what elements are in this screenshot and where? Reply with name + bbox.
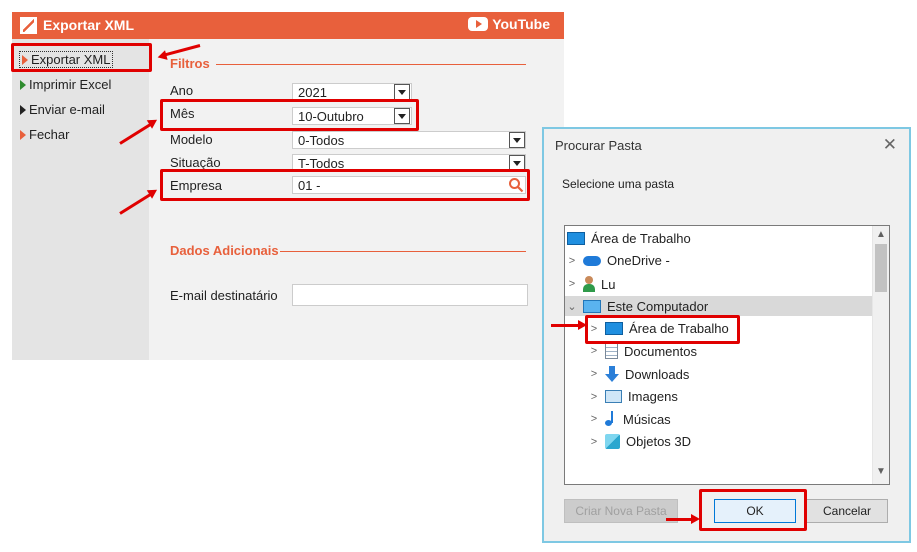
modelo-label: Modelo [170, 132, 213, 147]
tree-item-label: Documentos [624, 343, 697, 359]
desktop-icon [567, 232, 585, 245]
app-logo-icon [20, 17, 37, 34]
highlight-box-exportar [11, 43, 152, 72]
chevron-right-icon[interactable]: > [567, 278, 577, 290]
tree-item-label: Downloads [625, 366, 690, 382]
highlight-box-area-de-trabalho [585, 315, 740, 344]
youtube-link[interactable]: YouTube [468, 16, 550, 32]
chevron-right-icon[interactable]: > [589, 413, 599, 425]
tree-item-label: Lu [601, 276, 616, 292]
dados-adicionais-divider [280, 251, 526, 252]
sidebar: Exportar XML Imprimir Excel Enviar e-mai… [12, 39, 149, 360]
cancel-button[interactable]: Cancelar [806, 499, 888, 523]
sidebar-item-enviar-email[interactable]: Enviar e-mail [20, 102, 105, 117]
documents-icon [605, 343, 618, 359]
tree-item-imagens[interactable]: > Imagens [589, 389, 678, 404]
chevron-right-icon[interactable]: > [589, 345, 599, 357]
youtube-label: YouTube [492, 16, 550, 32]
sidebar-item-label: Enviar e-mail [29, 102, 105, 117]
folder-tree: Área de Trabalho > OneDrive - > Lu ⌄ Est… [564, 225, 890, 485]
highlight-box-ok [699, 489, 807, 531]
arrow-icon [666, 514, 700, 524]
dark-triangle-icon [20, 104, 26, 115]
user-icon [583, 276, 595, 292]
modelo-value: 0-Todos [298, 133, 345, 148]
3d-objects-icon [605, 434, 620, 449]
close-icon[interactable]: ✕ [883, 135, 897, 155]
filtros-title: Filtros [170, 56, 210, 71]
cloud-icon [583, 255, 601, 266]
highlight-box-empresa [160, 169, 530, 201]
tree-item-lu[interactable]: > Lu [567, 276, 615, 292]
email-input[interactable] [292, 284, 528, 306]
tree-item-label: Objetos 3D [626, 434, 692, 449]
sidebar-item-fechar[interactable]: Fechar [20, 127, 69, 142]
situacao-label: Situação [170, 155, 221, 170]
scroll-down-icon[interactable]: ▼ [876, 466, 886, 477]
ano-label: Ano [170, 83, 194, 98]
title-bar: Exportar XML YouTube [12, 12, 564, 39]
sidebar-item-label: Fechar [29, 127, 70, 142]
highlight-box-mes [160, 99, 419, 131]
chevron-down-icon[interactable]: ⌄ [567, 300, 577, 313]
tree-item-area-de-trabalho-root[interactable]: Área de Trabalho [567, 231, 691, 246]
chevron-right-icon[interactable]: > [567, 255, 577, 267]
tree-item-label: OneDrive - [607, 253, 670, 268]
dados-adicionais-title: Dados Adicionais [170, 243, 279, 258]
email-label: E-mail destinatário [170, 288, 278, 303]
tree-item-label: Músicas [623, 411, 671, 427]
window-title: Exportar XML [43, 17, 135, 33]
sidebar-item-imprimir-excel[interactable]: Imprimir Excel [20, 77, 111, 92]
music-icon [605, 411, 617, 427]
tree-item-downloads[interactable]: > Downloads [589, 366, 689, 382]
modelo-select[interactable]: 0-Todos [292, 131, 526, 149]
chevron-right-icon[interactable]: > [589, 391, 599, 403]
scrollbar-thumb[interactable] [875, 244, 887, 292]
scroll-up-icon[interactable]: ▲ [876, 229, 886, 240]
tree-item-label: Este Computador [607, 298, 709, 314]
downloads-icon [605, 366, 619, 382]
tree-item-objetos-3d[interactable]: > Objetos 3D [589, 434, 691, 449]
tree-scrollbar[interactable]: ▲ ▼ [872, 226, 889, 484]
sidebar-item-label: Imprimir Excel [29, 77, 112, 92]
chevron-right-icon[interactable]: > [589, 368, 599, 380]
arrow-icon [551, 320, 587, 330]
chevron-down-icon[interactable] [509, 132, 525, 148]
green-triangle-icon [20, 79, 26, 90]
pictures-icon [605, 390, 622, 403]
tree-item-label: Imagens [628, 389, 678, 404]
dialog-prompt: Selecione uma pasta [562, 177, 675, 191]
ano-value: 2021 [298, 85, 327, 100]
tree-item-label: Área de Trabalho [591, 231, 691, 246]
tree-item-onedrive[interactable]: > OneDrive - [567, 253, 670, 268]
new-folder-button[interactable]: Criar Nova Pasta [564, 499, 678, 523]
tree-item-este-computador[interactable]: ⌄ Este Computador [565, 296, 874, 316]
tree-item-documentos[interactable]: > Documentos [589, 343, 697, 359]
chevron-right-icon[interactable]: > [589, 436, 599, 448]
chevron-down-icon[interactable] [394, 84, 410, 100]
dialog-title: Procurar Pasta [555, 138, 642, 153]
computer-icon [583, 299, 601, 313]
orange-triangle-icon [20, 129, 26, 140]
filtros-divider [216, 64, 526, 65]
tree-item-musicas[interactable]: > Músicas [589, 411, 671, 427]
youtube-icon [468, 17, 489, 31]
